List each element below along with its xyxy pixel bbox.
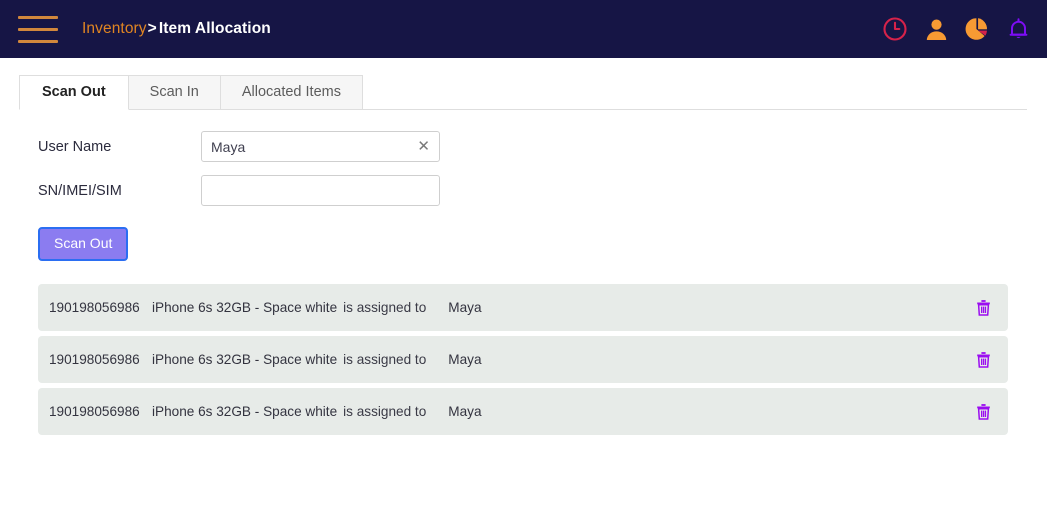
breadcrumb-separator: > [147,20,157,37]
tab-bar: Scan Out Scan In Allocated Items [0,75,1047,110]
clock-icon[interactable] [880,14,910,44]
serial-input[interactable] [201,175,440,206]
row-serial: 190198056986 [49,300,140,315]
breadcrumb: Inventory> Item Allocation [82,20,271,38]
allocation-results-list: 190198056986 iPhone 6s 32GB - Space whit… [38,284,1047,435]
form-row-serial: SN/IMEI/SIM [38,175,1047,206]
pie-chart-icon[interactable] [962,14,992,44]
serial-label: SN/IMEI/SIM [38,182,122,199]
scan-out-button[interactable]: Scan Out [38,227,129,261]
clear-x-icon[interactable]: ✕ [416,139,431,154]
row-item: iPhone 6s 32GB - Space white [152,352,338,367]
row-serial: 190198056986 [49,352,140,367]
user-icon[interactable] [921,14,951,44]
trash-icon[interactable] [975,351,991,369]
username-label: User Name [38,138,112,155]
row-assigned-text: is assigned to [343,352,427,367]
tab-allocated-items[interactable]: Allocated Items [220,75,363,109]
row-item: iPhone 6s 32GB - Space white [152,404,338,419]
table-row[interactable]: 190198056986 iPhone 6s 32GB - Space whit… [38,336,1008,383]
trash-icon[interactable] [975,299,991,317]
row-assigned-text: is assigned to [343,300,427,315]
table-row[interactable]: 190198056986 iPhone 6s 32GB - Space whit… [38,284,1008,331]
scan-out-panel: User Name Maya ✕ SN/IMEI/SIM Scan Out 19… [0,110,1047,435]
header-icon-group [880,0,1033,58]
row-user: Maya [448,404,482,419]
hamburger-bar [18,15,58,19]
username-value[interactable]: Maya [211,139,416,155]
breadcrumb-parent-inventory[interactable]: Inventory [82,20,147,37]
hamburger-bar [18,39,58,43]
row-assigned-text: is assigned to [343,404,427,419]
form-row-username: User Name Maya ✕ [38,131,1047,162]
tab-scan-in[interactable]: Scan In [128,75,221,109]
hamburger-menu-icon[interactable] [18,15,58,43]
breadcrumb-current-item-allocation: Item Allocation [158,20,271,37]
row-user: Maya [448,300,482,315]
hamburger-bar [18,27,58,31]
username-input[interactable]: Maya ✕ [201,131,440,162]
trash-icon[interactable] [975,403,991,421]
bell-icon[interactable] [1003,14,1033,44]
tab-underline [19,109,1027,110]
row-user: Maya [448,352,482,367]
table-row[interactable]: 190198056986 iPhone 6s 32GB - Space whit… [38,388,1008,435]
tab-scan-out[interactable]: Scan Out [19,75,129,110]
row-item: iPhone 6s 32GB - Space white [152,300,338,315]
app-header: Inventory> Item Allocation [0,0,1047,58]
row-serial: 190198056986 [49,404,140,419]
